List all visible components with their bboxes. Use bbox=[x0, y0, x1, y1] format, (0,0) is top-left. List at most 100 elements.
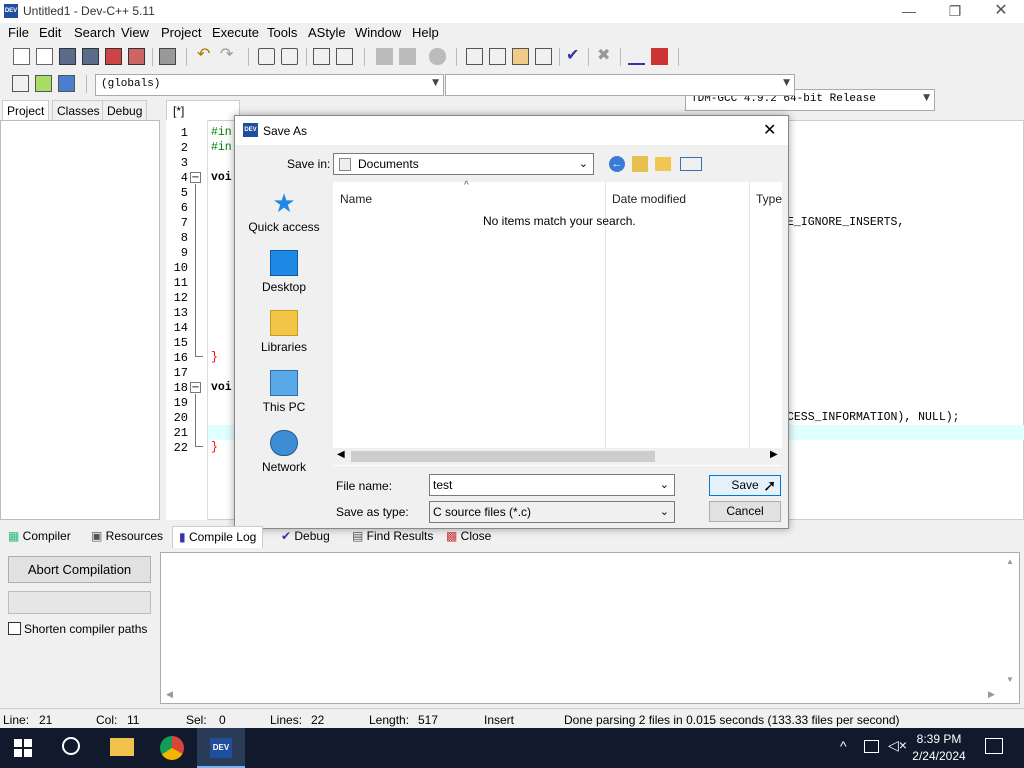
scroll-down-icon[interactable]: ▼ bbox=[1006, 675, 1014, 684]
stop-icon[interactable] bbox=[429, 48, 446, 65]
save-as-type-value: C source files (*.c) bbox=[433, 505, 532, 519]
scroll-right-icon[interactable]: ▶ bbox=[770, 449, 778, 460]
tab-close[interactable]: ▩ Close bbox=[446, 529, 491, 543]
compile-log-output[interactable]: ▲ ▼ ◀ ▶ bbox=[160, 552, 1020, 704]
replace-icon[interactable] bbox=[281, 48, 298, 65]
chevron-down-icon: ▼ bbox=[783, 78, 790, 88]
menu-help[interactable]: Help bbox=[412, 25, 439, 40]
menu-window[interactable]: Window bbox=[355, 25, 401, 40]
tab-find-results[interactable]: ▤ Find Results bbox=[352, 529, 433, 543]
indent-icon[interactable] bbox=[336, 48, 353, 65]
abort-compilation-button[interactable]: Abort Compilation bbox=[8, 556, 151, 583]
file-explorer-icon[interactable] bbox=[110, 738, 134, 756]
clock-date[interactable]: 2/24/2024 bbox=[904, 749, 974, 763]
tab-compile-log[interactable]: ▮ Compile Log bbox=[172, 526, 264, 548]
find-icon[interactable] bbox=[258, 48, 275, 65]
tab-debug-bottom[interactable]: ✔ Debug bbox=[281, 529, 330, 543]
menu-view[interactable]: View bbox=[121, 25, 149, 40]
maximize-icon[interactable]: ❐ bbox=[932, 0, 978, 23]
save-all-icon[interactable] bbox=[82, 48, 99, 65]
save-icon[interactable] bbox=[59, 48, 76, 65]
chevron-up-icon[interactable]: ^ bbox=[840, 738, 847, 754]
new-folder-icon[interactable] bbox=[655, 157, 671, 171]
menu-file[interactable]: File bbox=[8, 25, 29, 40]
network-tray-icon[interactable] bbox=[864, 740, 879, 753]
undo-icon[interactable]: ↶ bbox=[197, 47, 214, 65]
empty-message: No items match your search. bbox=[483, 214, 636, 228]
tab-debug[interactable]: Debug bbox=[102, 100, 148, 120]
menu-execute[interactable]: Execute bbox=[212, 25, 259, 40]
chart-icon[interactable] bbox=[628, 48, 645, 65]
menu-astyle[interactable]: AStyle bbox=[308, 25, 346, 40]
class-browser-icon[interactable] bbox=[512, 48, 529, 65]
profile-icon[interactable] bbox=[651, 48, 668, 65]
close-file-icon[interactable] bbox=[105, 48, 122, 65]
open-file-icon[interactable] bbox=[36, 48, 53, 65]
up-folder-icon[interactable] bbox=[632, 156, 648, 172]
scrollbar-thumb[interactable] bbox=[351, 451, 655, 462]
goto-line-icon[interactable] bbox=[313, 48, 330, 65]
dialog-close-icon[interactable]: ✕ bbox=[763, 120, 776, 140]
chevron-down-icon: ⌄ bbox=[659, 479, 669, 491]
editor-tab[interactable]: [*] Untitled1 bbox=[166, 100, 240, 132]
scroll-left-icon[interactable]: ◀ bbox=[337, 449, 345, 460]
cancel-button[interactable]: Cancel bbox=[709, 501, 781, 522]
scroll-left-icon[interactable]: ◀ bbox=[166, 689, 173, 700]
close-icon[interactable]: ✕ bbox=[978, 0, 1024, 23]
unindent-icon[interactable] bbox=[376, 48, 393, 65]
compiler-icon: ▦ bbox=[8, 529, 23, 543]
minimize-icon[interactable]: — bbox=[886, 0, 932, 23]
fold-toggle-icon[interactable]: − bbox=[190, 172, 201, 183]
horizontal-scrollbar[interactable]: ◀ ▶ bbox=[333, 448, 782, 465]
cancel-icon[interactable]: ✖ bbox=[597, 48, 614, 65]
notifications-icon[interactable] bbox=[985, 738, 1003, 754]
dialog-title: Save As bbox=[263, 124, 308, 138]
clock-time[interactable]: 8:39 PM bbox=[904, 732, 974, 746]
place-libraries[interactable]: Libraries bbox=[247, 310, 321, 354]
redo-icon[interactable]: ↷ bbox=[220, 47, 237, 65]
place-desktop[interactable]: Desktop bbox=[247, 250, 321, 294]
close-all-icon[interactable] bbox=[128, 48, 145, 65]
file-list[interactable]: Name ^ Date modified Type No items match… bbox=[333, 180, 782, 466]
column-name[interactable]: Name bbox=[340, 192, 372, 206]
place-this-pc[interactable]: This PC bbox=[247, 370, 321, 414]
save-in-select[interactable]: Documents ⌄ bbox=[333, 153, 594, 175]
menu-search[interactable]: Search bbox=[74, 25, 115, 40]
windows-start-icon[interactable] bbox=[14, 739, 32, 757]
devcpp-taskbar-button[interactable]: DEV bbox=[197, 728, 245, 768]
check-syntax-icon[interactable]: ✔ bbox=[566, 48, 583, 65]
tab-resources[interactable]: ▣ Resources bbox=[91, 529, 163, 543]
chrome-icon[interactable] bbox=[160, 736, 184, 760]
new-project-icon[interactable] bbox=[466, 48, 483, 65]
column-date-modified[interactable]: Date modified bbox=[612, 192, 686, 206]
scroll-right-icon[interactable]: ▶ bbox=[988, 689, 995, 700]
toggle-comment-icon[interactable] bbox=[399, 48, 416, 65]
scope-select[interactable]: (globals) ▼ bbox=[95, 74, 444, 96]
goto-bookmark-icon[interactable] bbox=[58, 75, 75, 92]
tab-project[interactable]: Project bbox=[2, 100, 50, 120]
toggle-bookmark-icon[interactable] bbox=[35, 75, 52, 92]
search-icon[interactable] bbox=[62, 737, 80, 755]
menu-edit[interactable]: Edit bbox=[39, 25, 61, 40]
place-network[interactable]: Network bbox=[247, 430, 321, 474]
symbol-select[interactable]: ▼ bbox=[445, 74, 795, 96]
new-file-icon[interactable] bbox=[13, 48, 30, 65]
shorten-paths-checkbox[interactable] bbox=[8, 622, 21, 635]
view-menu-icon[interactable] bbox=[680, 157, 702, 171]
file-name-input[interactable]: test ⌄ bbox=[429, 474, 675, 496]
menu-project[interactable]: Project bbox=[161, 25, 201, 40]
save-as-type-select[interactable]: C source files (*.c) ⌄ bbox=[429, 501, 675, 523]
insert-icon[interactable] bbox=[12, 75, 29, 92]
print-icon[interactable] bbox=[159, 48, 176, 65]
layout-icon[interactable] bbox=[535, 48, 552, 65]
back-icon[interactable]: ← bbox=[609, 156, 625, 172]
project-options-icon[interactable] bbox=[489, 48, 506, 65]
compile-log-panel: Abort Compilation Shorten compiler paths… bbox=[0, 548, 1024, 708]
tab-classes[interactable]: Classes bbox=[52, 100, 105, 120]
tab-compiler[interactable]: ▦ Compiler bbox=[8, 529, 71, 543]
menu-tools[interactable]: Tools bbox=[267, 25, 297, 40]
column-type[interactable]: Type bbox=[756, 192, 782, 206]
place-quick-access[interactable]: ★ Quick access bbox=[247, 190, 321, 234]
scroll-up-icon[interactable]: ▲ bbox=[1006, 557, 1014, 566]
fold-toggle-icon[interactable]: − bbox=[190, 382, 201, 393]
